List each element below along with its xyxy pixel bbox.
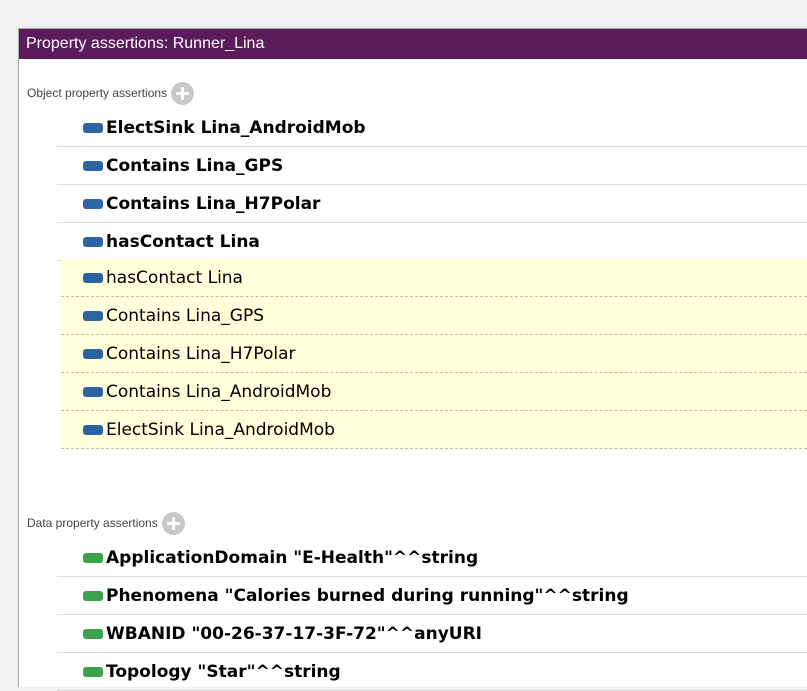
data-property-assertions-header: Data property assertions xyxy=(27,509,185,537)
panel-title: Property assertions: Runner_Lina xyxy=(19,29,807,59)
data-assertion-row[interactable]: ApplicationDomain "E-Health"^^string xyxy=(57,539,807,577)
object-assertion-text: ElectSink Lina_AndroidMob xyxy=(106,117,366,138)
object-property-icon xyxy=(83,386,103,397)
object-property-icon xyxy=(83,348,103,359)
object-assertion-text: Contains Lina_GPS xyxy=(106,155,284,176)
data-assertion-text: ApplicationDomain "E-Health"^^string xyxy=(106,547,479,568)
data-assertion-row[interactable]: Topology "Star"^^string xyxy=(57,653,807,691)
data-property-icon xyxy=(83,552,103,563)
data-assertion-text: Topology "Star"^^string xyxy=(106,661,341,682)
data-assertion-text: Phenomena "Calories burned during runnin… xyxy=(106,585,629,606)
data-property-icon xyxy=(83,590,103,601)
object-property-icon xyxy=(83,160,103,171)
object-property-assertions-label: Object property assertions xyxy=(27,86,168,100)
inferred-assertion-text: Contains Lina_GPS xyxy=(106,305,264,326)
object-assertion-row[interactable]: ElectSink Lina_AndroidMob xyxy=(57,109,807,147)
object-property-icon xyxy=(83,198,103,209)
inferred-assertion-text: Contains Lina_H7Polar xyxy=(106,343,296,364)
inferred-assertion-text: Contains Lina_AndroidMob xyxy=(106,381,332,402)
data-assertion-text: WBANID "00-26-37-17-3F-72"^^anyURI xyxy=(106,623,483,644)
add-data-property-assertion-icon[interactable] xyxy=(161,511,185,535)
object-property-icon xyxy=(83,310,103,321)
inferred-object-assertion-row[interactable]: Contains Lina_H7Polar xyxy=(61,335,807,373)
object-assertion-row[interactable]: Contains Lina_H7Polar xyxy=(57,185,807,223)
inferred-assertion-text: hasContact Lina xyxy=(106,267,243,288)
object-assertion-text: hasContact Lina xyxy=(106,231,260,252)
object-assertion-row[interactable]: Contains Lina_GPS xyxy=(57,147,807,185)
object-property-icon xyxy=(83,272,103,283)
data-assertion-row[interactable]: Phenomena "Calories burned during runnin… xyxy=(57,577,807,615)
data-property-icon xyxy=(83,628,103,639)
object-property-assertions-header: Object property assertions xyxy=(27,79,195,107)
inferred-object-assertion-row[interactable]: Contains Lina_GPS xyxy=(61,297,807,335)
object-property-icon xyxy=(83,424,103,435)
object-property-icon xyxy=(83,122,103,133)
inferred-assertion-text: ElectSink Lina_AndroidMob xyxy=(106,419,335,440)
inferred-object-assertion-row[interactable]: ElectSink Lina_AndroidMob xyxy=(61,411,807,449)
inferred-object-assertion-row[interactable]: hasContact Lina xyxy=(61,259,807,297)
data-property-assertions-label: Data property assertions xyxy=(27,516,158,530)
object-property-icon xyxy=(83,236,103,247)
data-assertion-row[interactable]: WBANID "00-26-37-17-3F-72"^^anyURI xyxy=(57,615,807,653)
object-assertion-row[interactable]: hasContact Lina xyxy=(57,223,807,261)
inferred-object-assertion-row[interactable]: Contains Lina_AndroidMob xyxy=(61,373,807,411)
property-assertions-panel: Property assertions: Runner_Lina Object … xyxy=(18,28,807,691)
add-object-property-assertion-icon[interactable] xyxy=(171,81,195,105)
object-assertion-text: Contains Lina_H7Polar xyxy=(106,193,321,214)
data-property-icon xyxy=(83,666,103,677)
